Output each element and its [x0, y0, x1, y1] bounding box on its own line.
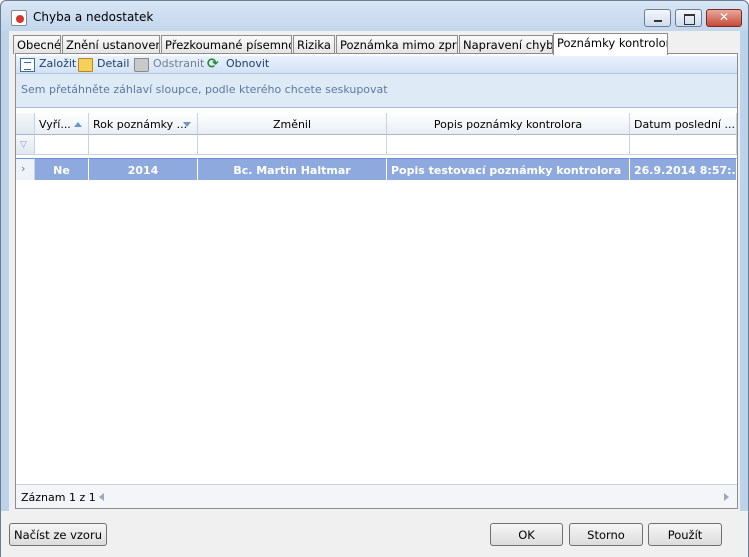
minimize-button[interactable]	[644, 9, 671, 27]
row-selector-header	[16, 113, 35, 135]
filter-cell-year[interactable]	[89, 135, 198, 155]
window-title: Chyba a nedostatek	[33, 10, 154, 24]
title-bar[interactable]: Chyba a nedostatek	[1, 1, 748, 31]
filter-cell-description[interactable]	[387, 135, 630, 155]
filter-cell-last-date[interactable]	[630, 135, 737, 155]
tab-poznamky-kontrolora[interactable]: Poznámky kontrolora	[553, 33, 668, 55]
dialog-window: Chyba a nedostatek Obecné Znění ustanove…	[0, 0, 749, 557]
column-header-year[interactable]: Rok poznámky ...	[89, 113, 198, 135]
apply-button[interactable]: Použít	[648, 523, 722, 546]
sort-descending-icon	[183, 122, 191, 127]
tab-rizika[interactable]: Rizika	[293, 35, 335, 54]
delete-button[interactable]: Odstranit	[134, 57, 204, 73]
filter-row-selector: ▽	[16, 135, 35, 155]
filter-cell-resolved[interactable]	[35, 135, 89, 155]
column-label: Rok poznámky ...	[93, 118, 188, 131]
column-header-description[interactable]: Popis poznámky kontrolora	[387, 113, 630, 135]
refresh-button[interactable]: ⟳ Obnovit	[207, 57, 269, 73]
filter-icon: ▽	[20, 140, 27, 150]
row-indicator-icon: ›	[16, 158, 35, 180]
tab-zneni-ustanoveni[interactable]: Znění ustanovení	[62, 35, 160, 54]
dialog-footer: Načíst ze vzoru OK Storno Použít	[1, 511, 748, 557]
maximize-button[interactable]	[675, 9, 702, 27]
detail-button[interactable]: Detail	[78, 57, 129, 73]
load-template-button[interactable]: Načíst ze vzoru	[9, 523, 107, 546]
scroll-right-icon[interactable]	[724, 493, 729, 501]
grid-status-bar: Záznam 1 z 1	[16, 484, 737, 508]
create-button[interactable]: Založit	[20, 57, 76, 73]
column-header-last-date[interactable]: Datum poslední ...	[630, 113, 737, 135]
ok-button[interactable]: OK	[490, 523, 563, 546]
notes-grid: Vyří... Rok poznámky ... Změnil Popis po…	[16, 113, 737, 508]
cell-resolved[interactable]: Ne	[35, 158, 89, 180]
detail-label: Detail	[97, 57, 130, 70]
column-header-resolved[interactable]: Vyří...	[35, 113, 89, 135]
create-label: Založit	[39, 57, 77, 70]
sort-ascending-icon	[74, 122, 82, 127]
app-error-icon	[11, 10, 27, 26]
grid-filter-row: ▽	[16, 135, 737, 155]
delete-label: Odstranit	[153, 57, 205, 70]
horizontal-scrollbar[interactable]	[95, 489, 735, 505]
cell-changed-by[interactable]: Bc. Martin Haltmar	[198, 158, 387, 180]
tab-napraveni-chyby[interactable]: Napravení chyby	[459, 35, 553, 54]
table-row[interactable]: › Ne 2014 Bc. Martin Haltmar Popis testo…	[16, 158, 737, 180]
grid-header-row: Vyří... Rok poznámky ... Změnil Popis po…	[16, 113, 737, 135]
cell-last-date[interactable]: 26.9.2014 8:57:...	[630, 158, 737, 180]
scroll-left-icon[interactable]	[99, 493, 104, 501]
close-button[interactable]	[706, 9, 742, 27]
tab-prezkoumane-pisemnosti[interactable]: Přezkoumané písemnosti	[161, 35, 292, 54]
column-header-changed-by[interactable]: Změnil	[198, 113, 387, 135]
record-counter: Záznam 1 z 1	[21, 491, 96, 504]
toolbar: Založit Detail Odstranit ⟳ Obnovit	[16, 56, 737, 74]
group-by-hint: Sem přetáhněte záhlaví sloupce, podle kt…	[21, 83, 388, 96]
new-document-icon	[20, 58, 35, 72]
folder-icon	[78, 58, 93, 72]
cell-description[interactable]: Popis testovací poznámky kontrolora	[387, 158, 630, 180]
trash-icon	[134, 58, 149, 72]
tab-poznamka-mimo-zpravu[interactable]: Poznámka mimo zprávu	[336, 35, 458, 54]
filter-cell-changed-by[interactable]	[198, 135, 387, 155]
group-by-panel[interactable]: Sem přetáhněte záhlaví sloupce, podle kt…	[16, 74, 737, 108]
column-label: Vyří...	[39, 118, 71, 131]
cancel-button[interactable]: Storno	[569, 523, 643, 546]
tab-obecne[interactable]: Obecné	[13, 35, 61, 54]
tab-panel-poznamky: Založit Detail Odstranit ⟳ Obnovit Sem p…	[15, 53, 738, 509]
refresh-icon: ⟳	[207, 56, 219, 72]
refresh-label: Obnovit	[226, 57, 270, 70]
dialog-content: Obecné Znění ustanovení Přezkoumané píse…	[9, 31, 740, 511]
cell-year[interactable]: 2014	[89, 158, 198, 180]
